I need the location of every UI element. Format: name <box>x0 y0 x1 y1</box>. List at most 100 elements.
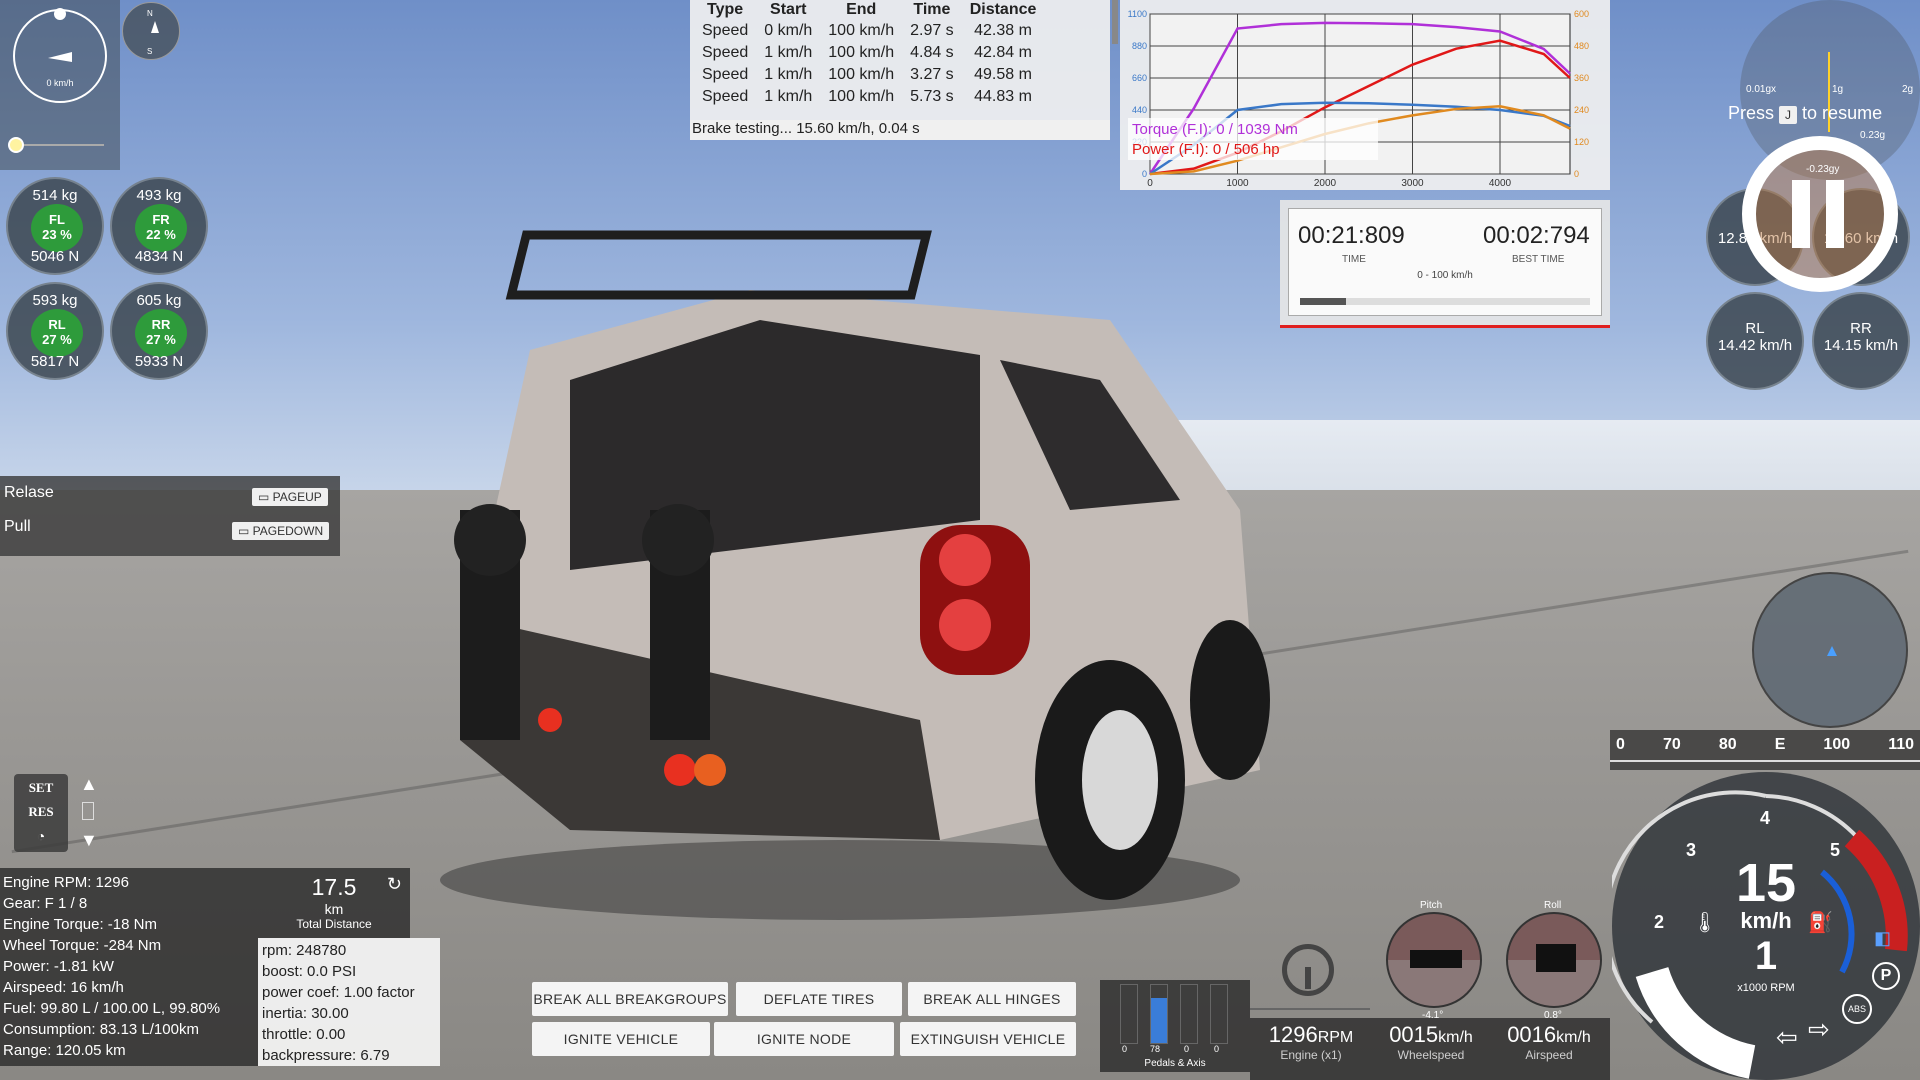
fuel-icon: ⛽ <box>1808 912 1833 934</box>
cell: 49.58 m <box>974 66 1032 83</box>
readout-wheelspeed-unit: km/h <box>1438 1029 1473 1046</box>
reset-icon[interactable]: ↻ <box>387 874 402 895</box>
wheel-id: RL <box>1745 320 1765 337</box>
steering-bar <box>1250 1008 1370 1010</box>
x-tick-label: 2000 <box>1314 178 1337 189</box>
timer-panel: 00:21:809 TIME 00:02:794 BEST TIME 0 - 1… <box>1280 200 1610 328</box>
break-hinges-button[interactable]: BREAK ALL HINGES <box>908 982 1076 1016</box>
pedal-bar-clutch <box>1180 984 1198 1044</box>
winch-pagedown-label: PAGEDOWN <box>252 524 324 538</box>
main-dash-gauge: 15 km/h 1 x1000 RPM 1 2 3 4 5 🌡 ⛽ ◧ P AB… <box>1612 772 1920 1080</box>
mini-slider-track[interactable] <box>16 144 104 146</box>
winch-release-label: Relase <box>4 484 54 501</box>
wheel-speed-rl: RL 14.42 km/h <box>1706 292 1804 390</box>
readout-engine-unit: RPM <box>1317 1029 1354 1046</box>
tire-force: 5046 N <box>30 248 80 265</box>
cell: Speed <box>702 88 749 105</box>
table-row: Speed 0 km/h 100 km/h 2.97 s 42.38 m <box>694 20 1044 42</box>
cruise-set-button[interactable]: SET <box>14 780 68 796</box>
player-marker-icon <box>1827 646 1837 656</box>
rpm-tick: 4 <box>1760 808 1771 828</box>
gforce-2g: 2g <box>1902 84 1914 95</box>
tire-pct: 23 % <box>42 227 72 242</box>
timer-best-label: BEST TIME <box>1512 254 1565 265</box>
resume-press: Press <box>1728 103 1775 123</box>
left-signal-icon[interactable]: ⇦ <box>1776 1022 1798 1053</box>
dash-speed: 15 <box>1735 853 1797 913</box>
cruise-res-button[interactable]: RES <box>14 804 68 820</box>
deflate-tires-button[interactable]: DEFLATE TIRES <box>736 982 902 1016</box>
dyno-chart: 0100020003000400011008806604402200600480… <box>1128 9 1589 189</box>
rpm-tick: 3 <box>1686 840 1697 860</box>
tire-force: 4834 N <box>134 248 184 265</box>
turbo-rpm: rpm: 248780 <box>262 942 347 959</box>
tape-label: E <box>1774 736 1786 753</box>
right-signal-icon[interactable]: ⇨ <box>1808 1014 1830 1045</box>
timer-best: 00:02:794 <box>1483 222 1590 249</box>
turbo-power-coef: power coef: 1.00 factor <box>262 984 415 1001</box>
y-left-tick-label: 880 <box>1132 41 1147 51</box>
truck-rear-icon <box>1536 944 1576 972</box>
keyboard-icon: ▭ <box>258 490 273 504</box>
y-left-tick-label: 0 <box>1142 169 1147 179</box>
tire-pct: 27 % <box>146 332 176 347</box>
turbo-throttle: throttle: 0.00 <box>262 1026 346 1043</box>
trip-label: Total Distance <box>296 917 372 931</box>
tire-load-kg: 605 kg <box>136 292 182 309</box>
break-breakgroups-button[interactable]: BREAK ALL BREAKGROUPS <box>532 982 728 1016</box>
ignite-vehicle-button[interactable]: IGNITE VEHICLE <box>532 1022 710 1056</box>
pedal-val: 0 <box>1122 1044 1128 1054</box>
cell: 42.38 m <box>974 22 1032 39</box>
mini-speed-unit: 0 km/h <box>46 78 74 88</box>
trip-unit: km <box>324 901 344 917</box>
cell: 1 km/h <box>764 88 813 105</box>
minimap[interactable] <box>1752 572 1908 728</box>
timer-progress <box>1300 298 1590 305</box>
brake-test-status: Brake testing... 15.60 km/h, 0.04 s <box>690 120 1110 140</box>
ignite-node-button[interactable]: IGNITE NODE <box>714 1022 894 1056</box>
cell: 100 km/h <box>828 66 895 83</box>
y-left-tick-label: 660 <box>1132 73 1147 83</box>
y-right-tick-label: 120 <box>1574 137 1589 147</box>
gforce-gx: 0.01gx <box>1746 84 1777 95</box>
winch-pagedown-key[interactable]: ▭ PAGEDOWN <box>232 522 330 540</box>
dyno-chart-panel: 0100020003000400011008806604402200600480… <box>1120 0 1610 190</box>
cruise-down-icon[interactable]: ▼ <box>80 830 98 851</box>
pedal-val: 0 <box>1184 1044 1190 1054</box>
resume-hint: Press J to resume <box>1728 103 1882 124</box>
y-right-tick-label: 360 <box>1574 73 1589 83</box>
extinguish-vehicle-button[interactable]: EXTINGUISH VEHICLE <box>900 1022 1076 1056</box>
turbo-inertia: inertia: 30.00 <box>262 1005 349 1022</box>
wheel-speed-value: 14.15 km/h <box>1823 337 1899 354</box>
stat-range: Range: 120.05 km <box>3 1042 126 1059</box>
cell: 100 km/h <box>828 88 895 105</box>
readout-airspeed-unit: km/h <box>1556 1029 1591 1046</box>
cruise-up-icon[interactable]: ▲ <box>80 774 98 795</box>
compass-needle-icon <box>151 21 159 33</box>
rpm-tick: 1 <box>1654 992 1665 1012</box>
timer-time: 00:21:809 <box>1298 222 1405 249</box>
cell: Speed <box>702 22 749 39</box>
mini-slider-handle[interactable] <box>8 137 24 153</box>
col-distance: Distance <box>969 1 1037 18</box>
stat-consumption: Consumption: 83.13 L/100km <box>3 1021 199 1038</box>
table-scrollbar[interactable] <box>1112 0 1118 44</box>
heading-tape-labels: 0 70 80 E 100 110 <box>1610 736 1920 754</box>
pitch-label: Pitch <box>1420 900 1443 911</box>
y-left-tick-label: 440 <box>1132 105 1147 115</box>
turbo-stats-panel: rpm: 248780 boost: 0.0 PSI power coef: 1… <box>258 938 440 1066</box>
readout-engine-label: Engine (x1) <box>1280 1048 1342 1062</box>
pedal-val: 0 <box>1214 1044 1220 1054</box>
roll-label: Roll <box>1544 900 1562 911</box>
cell: 2.97 s <box>910 22 954 39</box>
col-start: Start <box>770 1 807 18</box>
tire-force: 5817 N <box>30 353 80 370</box>
tire-gauge-rr: 605 kg RR 27 % 5933 N <box>110 282 208 380</box>
pause-button[interactable] <box>1742 136 1898 292</box>
rpm-tick: 2 <box>1654 912 1665 932</box>
resume-text: to resume <box>1802 103 1883 123</box>
y-left-tick-label: 1100 <box>1128 9 1147 19</box>
wheel-speed-value: 14.42 km/h <box>1717 337 1793 354</box>
tire-gauge-fr: 493 kg FR 22 % 4834 N <box>110 177 208 275</box>
winch-pageup-key[interactable]: ▭ PAGEUP <box>252 488 328 506</box>
